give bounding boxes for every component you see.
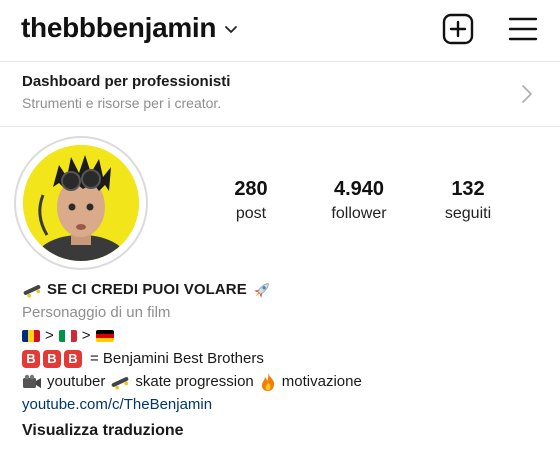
skateboard-icon	[110, 374, 130, 390]
fire-icon	[259, 372, 277, 392]
posts-count: 280	[234, 178, 268, 200]
flags-separator-2: >	[81, 327, 91, 344]
b-badge-icon: B	[64, 349, 82, 368]
username: thebbbenjamin	[21, 12, 217, 43]
bio-youtuber: youtuber	[47, 373, 106, 390]
dashboard-title: Dashboard per professionisti	[22, 73, 231, 90]
followers-stat[interactable]: 4.940 follower	[304, 178, 414, 223]
see-translation-button[interactable]: Visualizza traduzione	[22, 419, 542, 442]
professional-dashboard-banner[interactable]: Dashboard per professionisti Strumenti e…	[0, 61, 560, 127]
profile-header: thebbbenjamin	[0, 0, 560, 60]
posts-label: post	[235, 205, 267, 222]
bio-brothers-text: = Benjamini Best Brothers	[90, 350, 264, 367]
b-badge-icon: B	[22, 349, 40, 368]
italy-flag-icon	[58, 329, 77, 342]
chevron-right-icon	[520, 83, 534, 105]
romania-flag-icon	[22, 329, 40, 342]
bio-interests-line: youtuber skate progression motivazione	[22, 370, 542, 393]
rocket-icon	[252, 280, 272, 300]
flags-separator-1: >	[45, 327, 54, 344]
bio-website-link[interactable]: youtube.com/c/TheBenjamin	[22, 393, 542, 416]
posts-stat[interactable]: 280 post	[196, 178, 306, 223]
following-stat[interactable]: 132 seguiti	[413, 178, 523, 223]
plus-square-icon[interactable]	[442, 13, 474, 45]
account-switcher[interactable]: thebbbenjamin	[21, 12, 238, 44]
followers-label: follower	[331, 205, 387, 222]
avatar-image	[23, 145, 139, 261]
bio-flags-line: > >	[22, 324, 542, 347]
profile-avatar[interactable]	[14, 136, 148, 270]
profile-page: thebbbenjamin Dashboard per professionis…	[0, 0, 560, 449]
followers-count: 4.940	[333, 178, 385, 200]
bio-category: Personaggio di un film	[22, 304, 171, 321]
bio-brothers-line: B B B = Benjamini Best Brothers	[22, 347, 542, 370]
chevron-down-icon	[224, 25, 238, 35]
following-count: 132	[451, 178, 485, 200]
bio-name-line: SE CI CREDI PUOI VOLARE	[22, 278, 542, 301]
following-label: seguiti	[444, 205, 492, 222]
video-camera-icon	[22, 374, 42, 390]
bio-name: SE CI CREDI PUOI VOLARE	[47, 281, 247, 298]
germany-flag-icon	[95, 329, 114, 342]
dashboard-subtitle: Strumenti e risorse per i creator.	[22, 95, 222, 111]
profile-bio: SE CI CREDI PUOI VOLARE Personaggio di u…	[22, 278, 542, 442]
bio-skate: skate progression	[135, 373, 254, 390]
skateboard-icon	[22, 282, 42, 298]
hamburger-menu-icon[interactable]	[507, 13, 539, 45]
b-badge-icon: B	[43, 349, 61, 368]
bio-motivation: motivazione	[281, 373, 362, 390]
